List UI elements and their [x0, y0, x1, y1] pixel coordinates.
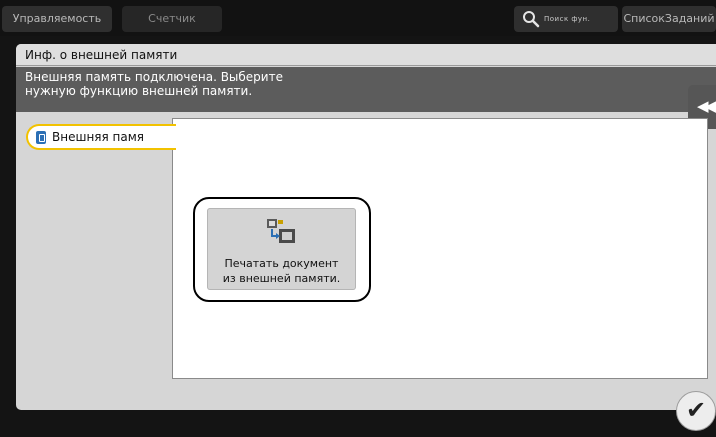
function-label-line-1: Печатать документ	[224, 257, 339, 270]
message-bar: Внешняя память подключена. Выберите нужн…	[16, 67, 716, 112]
usb-memory-icon	[36, 131, 46, 144]
checkmark-icon: ✔	[686, 396, 707, 424]
message-line-2: нужную функцию внешней памяти.	[25, 84, 253, 98]
collapse-arrows-icon: ◀◀	[697, 97, 716, 115]
message-line-1: Внешняя память подключена. Выберите	[25, 70, 283, 84]
search-function-button[interactable]: Поиск фун.	[514, 6, 618, 32]
job-list-button[interactable]: СписокЗаданий	[622, 6, 716, 32]
top-bar: Управляемость Счетчик Поиск фун. СписокЗ…	[0, 0, 716, 36]
search-label: Поиск фун.	[544, 15, 591, 23]
side-tab-label: Внешняя памя	[52, 130, 145, 144]
tab-counter[interactable]: Счетчик	[122, 6, 222, 32]
ok-button[interactable]: ✔	[676, 391, 716, 431]
tab-management[interactable]: Управляемость	[2, 6, 112, 32]
print-from-external-memory-button[interactable]: Печатать документ из внешней памяти.	[207, 208, 356, 290]
search-icon	[523, 11, 540, 28]
side-tab-external-memory[interactable]: Внешняя памя	[26, 124, 176, 150]
page-title: Инф. о внешней памяти	[16, 44, 716, 66]
function-label-line-2: из внешней памяти.	[222, 272, 341, 285]
print-from-memory-icon	[267, 219, 295, 243]
